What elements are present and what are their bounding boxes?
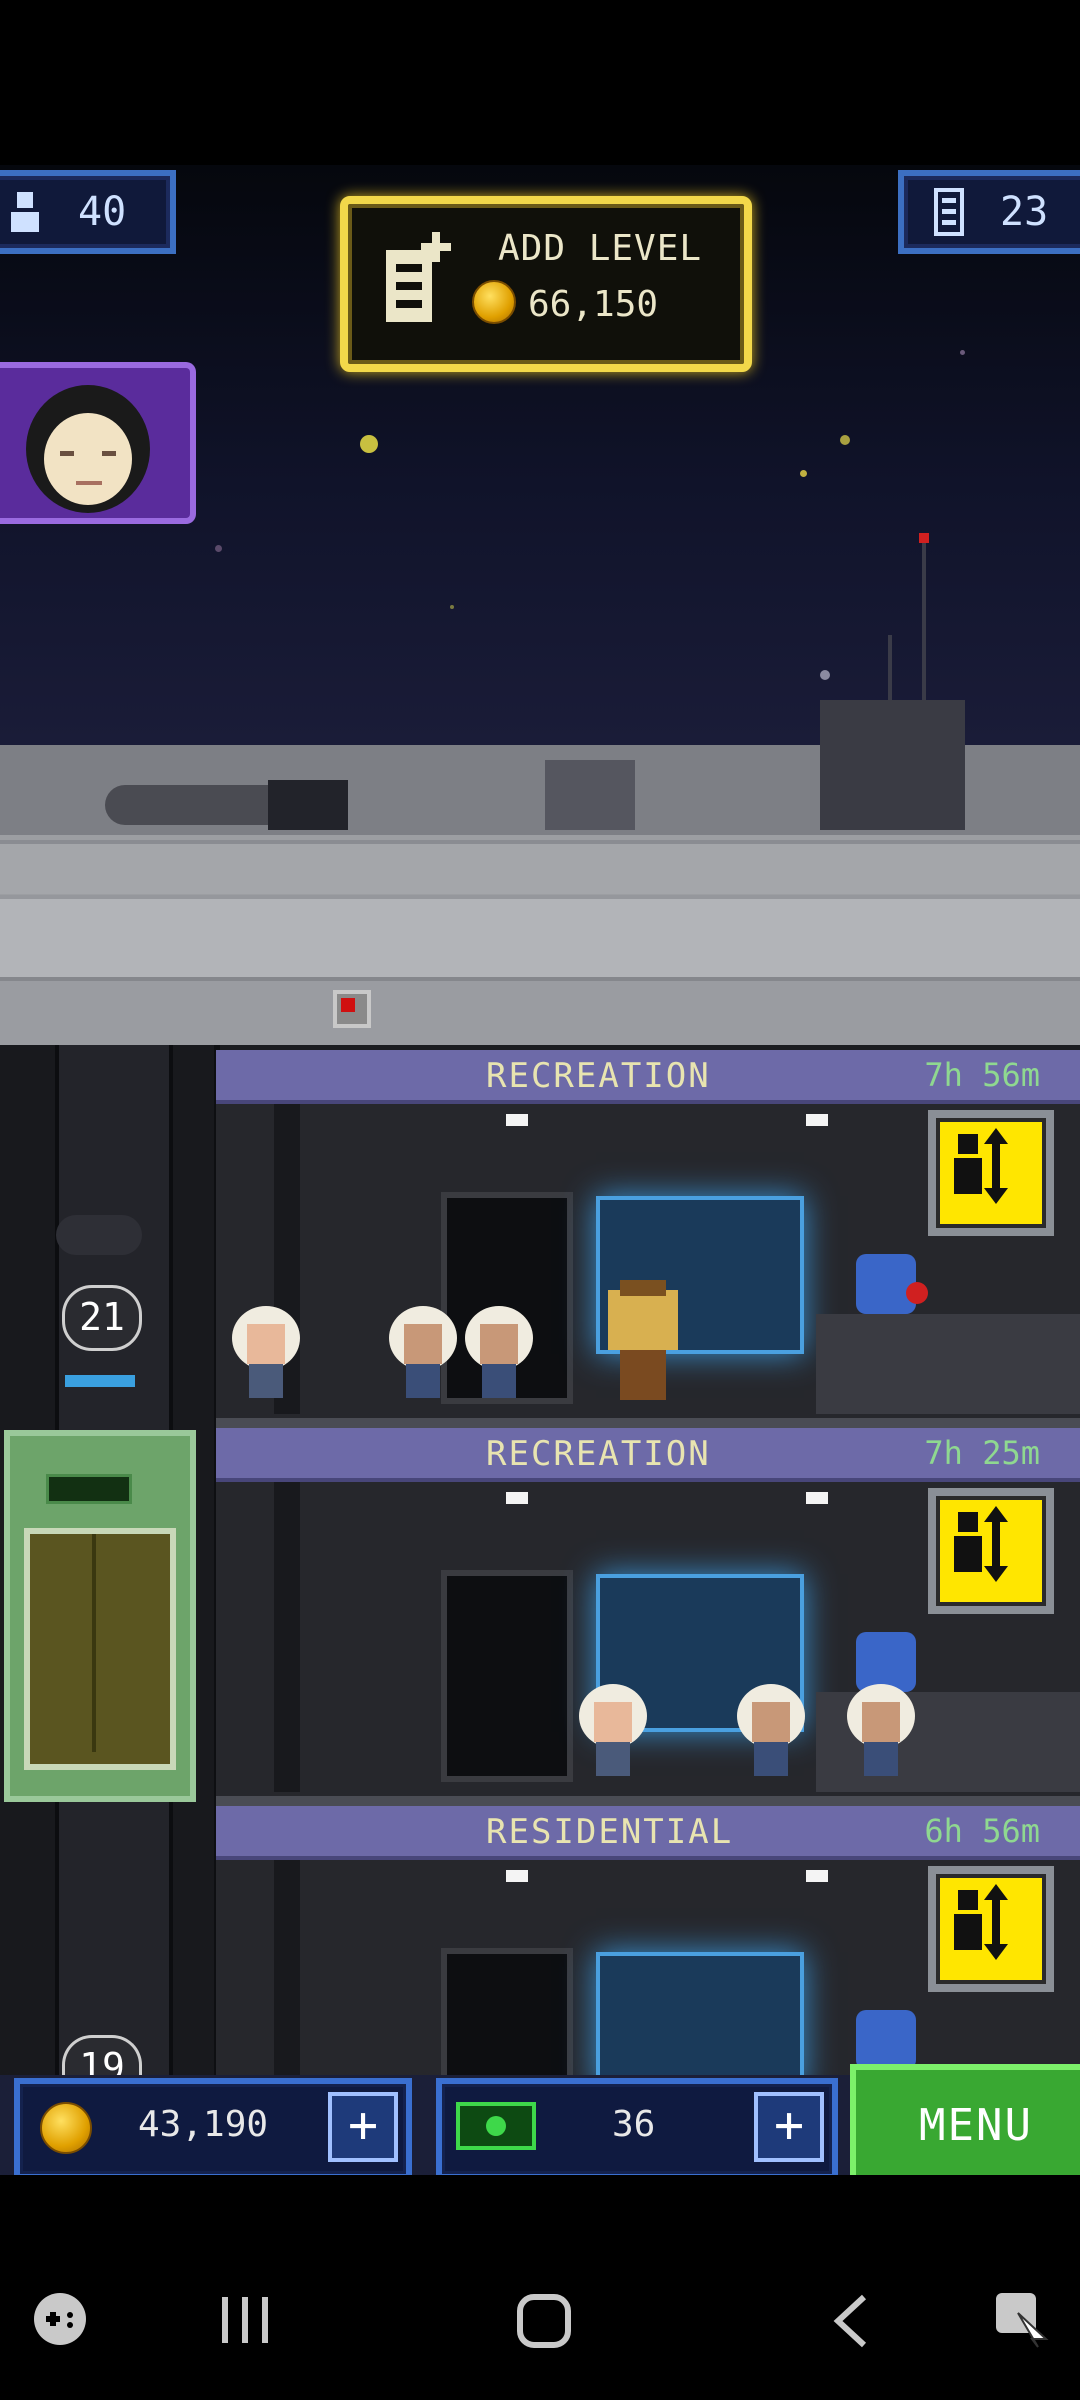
coin-icon xyxy=(40,2102,92,2154)
add-level-label: ADD LEVEL xyxy=(498,228,703,269)
coin-icon xyxy=(472,280,516,324)
bux-value: 36 xyxy=(612,2104,656,2145)
vip-avatar[interactable] xyxy=(0,362,196,524)
elevator-shaft: 21 19 xyxy=(0,1045,220,2078)
person-icon xyxy=(8,190,42,234)
recent-apps-icon[interactable] xyxy=(218,2295,272,2345)
floor-timer: 7h 25m xyxy=(924,1434,1040,1472)
floor-timer: 7h 56m xyxy=(924,1056,1040,1094)
elevator-level-top: 21 xyxy=(62,1285,142,1351)
floor-room[interactable] xyxy=(216,1104,1080,1428)
building-roof xyxy=(0,700,1080,1046)
elevator-icon[interactable] xyxy=(4,1430,196,1802)
elevator-call-button[interactable] xyxy=(928,1488,1054,1614)
floor-timer: 6h 56m xyxy=(924,1812,1040,1850)
status-bar xyxy=(0,0,1080,165)
elevator-call-button[interactable] xyxy=(928,1110,1054,1236)
add-level-icon xyxy=(382,230,452,326)
floors-value: 23 xyxy=(1000,189,1049,235)
floors-counter[interactable]: 23 xyxy=(898,170,1080,254)
navigation-bar xyxy=(0,2175,1080,2400)
add-level-cost: 66,150 xyxy=(528,284,659,325)
plus-icon: + xyxy=(773,2096,805,2154)
coins-value: 43,190 xyxy=(138,2104,269,2145)
bux-icon xyxy=(456,2102,536,2150)
coins-counter[interactable]: 43,190 + xyxy=(14,2078,412,2180)
bux-counter[interactable]: 36 + xyxy=(436,2078,838,2180)
floor-room[interactable] xyxy=(216,1860,1080,2100)
plus-icon: + xyxy=(347,2096,379,2154)
floor-name: RECREATION xyxy=(486,1434,711,1474)
floor-name: RECREATION xyxy=(486,1056,711,1096)
elevator-call-button[interactable] xyxy=(928,1866,1054,1992)
home-icon[interactable] xyxy=(516,2293,572,2349)
buy-coins-button[interactable]: + xyxy=(328,2092,398,2162)
assistant-icon[interactable] xyxy=(992,2289,1052,2349)
floor-header[interactable]: RECREATION 7h 25m xyxy=(216,1428,1080,1482)
floors-icon xyxy=(934,188,964,236)
buy-bux-button[interactable]: + xyxy=(754,2092,824,2162)
game-launcher-icon[interactable] xyxy=(32,2291,88,2347)
floor-divider xyxy=(216,1418,1080,1428)
floor-room[interactable] xyxy=(216,1482,1080,1806)
floor-header[interactable]: RESIDENTIAL 6h 56m xyxy=(216,1806,1080,1860)
floor-name: RESIDENTIAL xyxy=(486,1812,734,1852)
add-level-button[interactable]: ADD LEVEL 66,150 xyxy=(340,196,752,372)
back-icon[interactable] xyxy=(830,2293,870,2349)
floor-header[interactable]: RECREATION 7h 56m xyxy=(216,1050,1080,1104)
elevator-level-bottom: 19 xyxy=(62,2035,142,2078)
population-value: 40 xyxy=(78,189,127,235)
menu-button[interactable]: MENU xyxy=(850,2064,1080,2186)
population-counter[interactable]: 40 xyxy=(0,170,176,254)
floor-divider xyxy=(216,1796,1080,1806)
